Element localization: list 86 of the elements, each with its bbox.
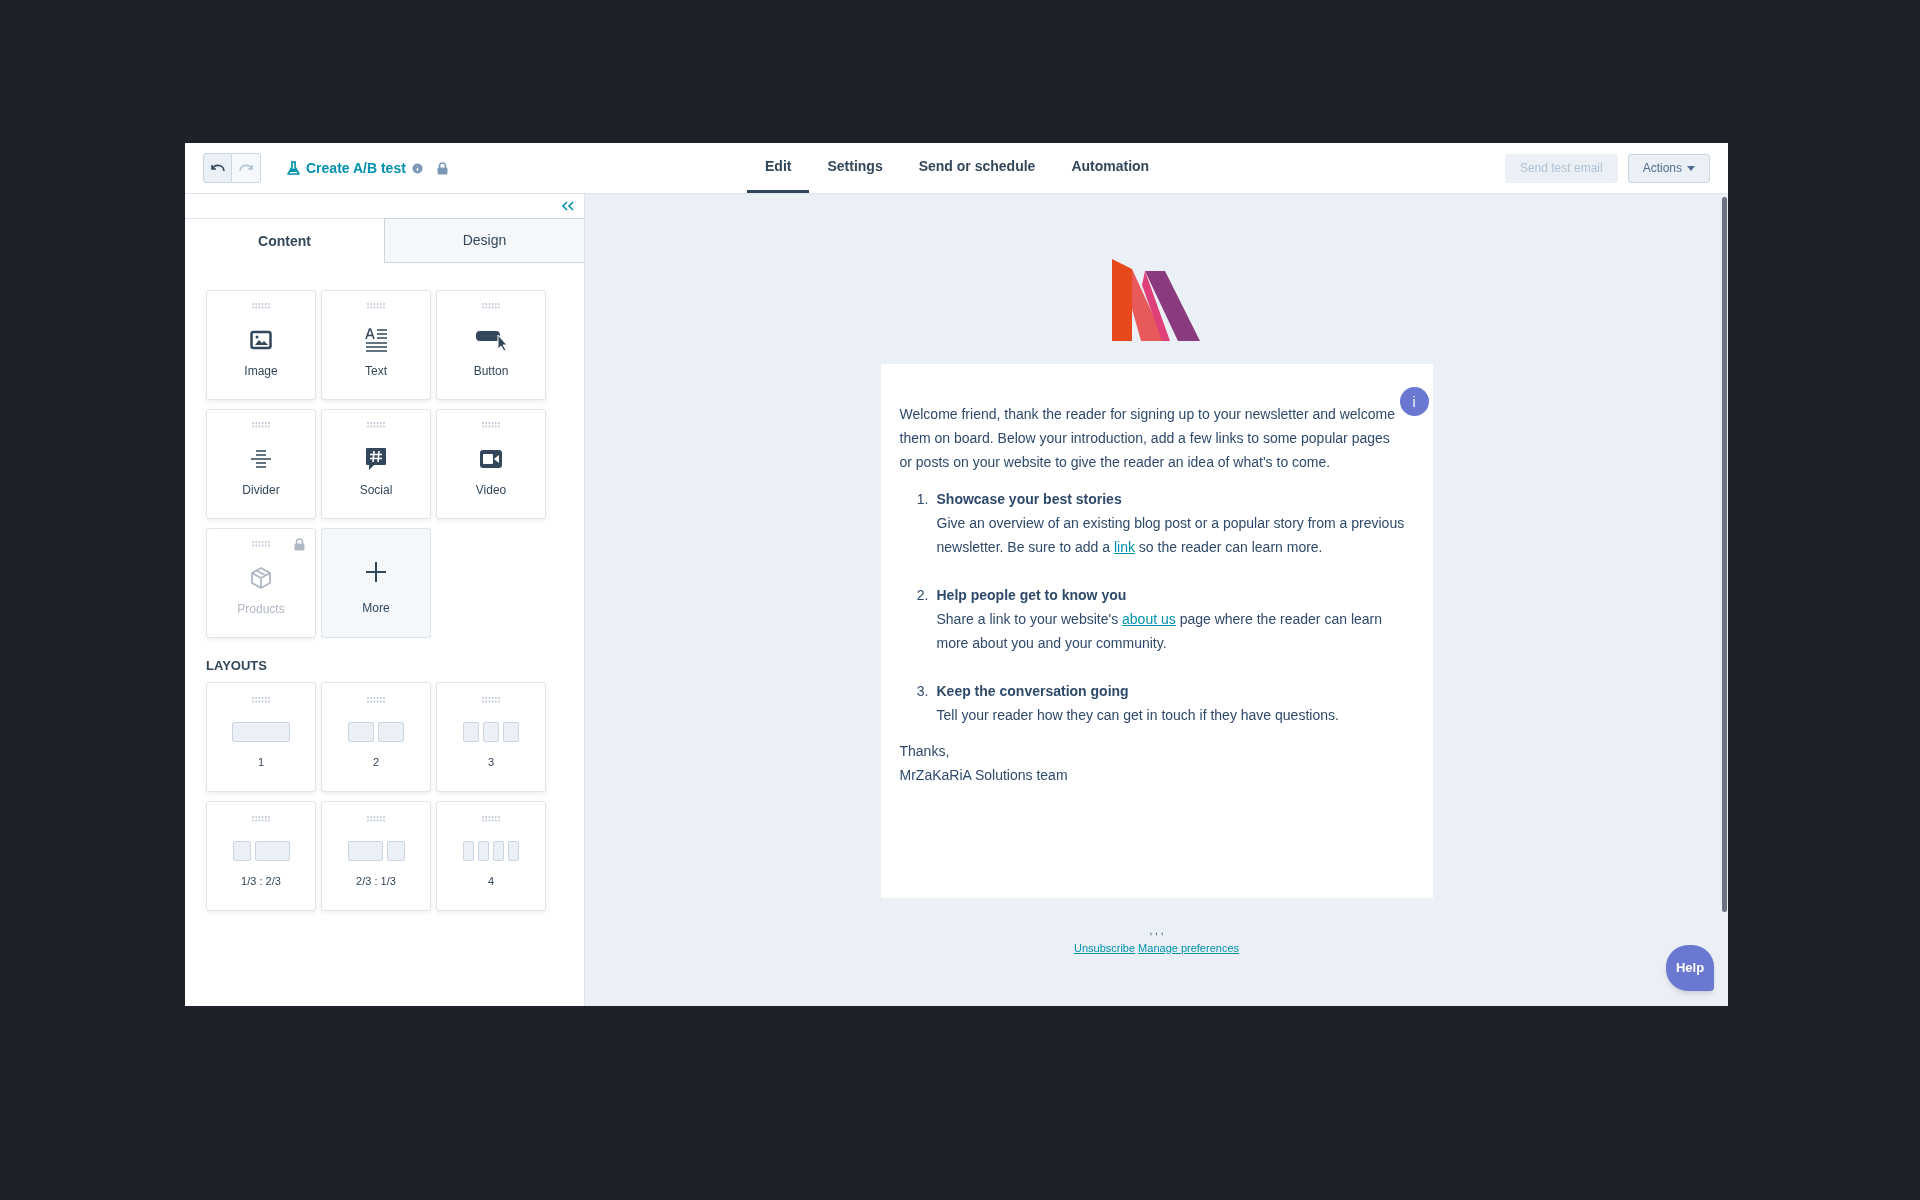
item-heading: Help people get to know you: [936, 586, 1128, 605]
create-ab-test-link[interactable]: Create A/B test: [306, 157, 406, 179]
drag-handle-icon: [251, 541, 271, 547]
item-heading: Keep the conversation going: [936, 682, 1130, 701]
drag-handle-icon: [251, 422, 271, 428]
drag-handle-icon: [366, 815, 386, 822]
module-tile[interactable]: Video: [436, 409, 546, 519]
layout-label: 2/3 : 1/3: [356, 873, 396, 889]
list-number: 2.: [915, 586, 930, 605]
item-paragraph: Give an overview of an existing blog post or a popular story from a previous newsletter. Be sure to add a link so the reader can learn more.: [936, 514, 1406, 557]
module-tile[interactable]: Text: [321, 290, 431, 400]
column-layout-drawing: [348, 721, 404, 742]
layout-label: 3: [487, 754, 495, 770]
module-label: Image: [244, 363, 278, 380]
undo-button[interactable]: [203, 153, 232, 183]
image-icon: [250, 330, 272, 350]
drag-handle-icon: [251, 815, 271, 822]
hashtag-bubble-icon: [365, 447, 387, 471]
flask-icon: [287, 161, 300, 175]
layout-tile[interactable]: 2: [321, 681, 431, 792]
drag-handle-icon: [366, 303, 386, 309]
nav-tab[interactable]: Settings: [809, 143, 901, 193]
drag-handle-icon: [366, 422, 386, 428]
drag-handle-icon: [481, 422, 501, 428]
layout-tile[interactable]: 1/3 : 2/3: [206, 800, 316, 911]
layout-tile[interactable]: 3: [436, 681, 546, 792]
redo-icon: [239, 163, 253, 173]
list-number: 1.: [915, 490, 930, 509]
help-button[interactable]: Help: [1666, 945, 1714, 991]
module-label: Text: [365, 363, 387, 380]
intro-paragraph: Welcome friend, thank the reader for signing up to your newsletter and welcome them on board. Below your introduction, add a few links to some popular pages or posts on your website to give the reader an idea of what's to come.: [899, 405, 1396, 472]
video-camera-icon: [479, 449, 503, 469]
module-label: More: [362, 600, 390, 617]
plus-icon: [365, 561, 387, 583]
module-tile[interactable]: Image: [206, 290, 316, 400]
column-layout-drawing: [232, 840, 290, 861]
item-paragraph: Tell your reader how they can get in touch if they have questions.: [936, 706, 1339, 725]
module-tile[interactable]: More: [321, 528, 431, 638]
closing-text: Thanks,: [899, 742, 951, 761]
info-badge[interactable]: i: [1399, 387, 1429, 416]
column-layout-drawing: [463, 721, 519, 742]
module-tile[interactable]: Divider: [206, 409, 316, 519]
drag-handle-icon: [251, 303, 271, 309]
layout-tile[interactable]: 4: [436, 800, 546, 911]
module-label: Social: [359, 482, 393, 499]
layout-tile[interactable]: 2/3 : 1/3: [321, 800, 431, 911]
module-label: Divider: [242, 482, 280, 499]
column-layout-drawing: [463, 840, 519, 861]
nav-tab[interactable]: Automation: [1053, 143, 1168, 193]
signature-text: MrZaKaRiA Solutions team: [899, 766, 1069, 785]
layout-label: 2: [372, 754, 380, 770]
layout-label: 1/3 : 2/3: [241, 873, 281, 889]
module-label: Video: [475, 482, 507, 499]
footer-address: , , ,: [1149, 926, 1164, 936]
layout-label: 1: [257, 754, 265, 770]
drag-handle-icon: [481, 815, 501, 822]
collapse-icon[interactable]: [562, 201, 574, 211]
actions-dropdown-button[interactable]: Actions: [1627, 153, 1710, 183]
layouts-heading: LAYOUTS: [206, 657, 268, 675]
module-label: Products: [237, 601, 285, 618]
drag-handle-icon: [481, 696, 501, 703]
layout-tile[interactable]: 1: [206, 681, 316, 792]
box-icon: [249, 566, 273, 590]
lock-icon: [294, 538, 305, 551]
drag-handle-icon: [481, 303, 501, 309]
undo-icon: [210, 163, 225, 173]
list-number: 3.: [915, 682, 930, 701]
drag-handle-icon: [251, 696, 271, 703]
caret-icon: [1687, 165, 1695, 171]
item-heading: Showcase your best stories: [936, 490, 1123, 509]
inline-link[interactable]: about us: [1122, 611, 1176, 627]
divider-icon: [250, 449, 272, 469]
column-layout-drawing: [232, 721, 290, 742]
nav-tab[interactable]: Send or schedule: [900, 143, 1054, 193]
module-tile[interactable]: Button: [436, 290, 546, 400]
text-icon: [364, 328, 388, 352]
item-paragraph: Share a link to your website's about us page where the reader can learn more about you and your community.: [936, 610, 1383, 653]
inline-link[interactable]: link: [1113, 539, 1135, 555]
layout-label: 4: [487, 873, 495, 889]
module-label: Button: [473, 363, 509, 380]
button-cursor-icon: [476, 329, 506, 351]
info-icon: [411, 162, 423, 174]
drag-handle-icon: [366, 696, 386, 703]
module-tile[interactable]: Social: [321, 409, 431, 519]
column-layout-drawing: [347, 840, 405, 861]
panel-tab[interactable]: Design: [384, 218, 584, 263]
